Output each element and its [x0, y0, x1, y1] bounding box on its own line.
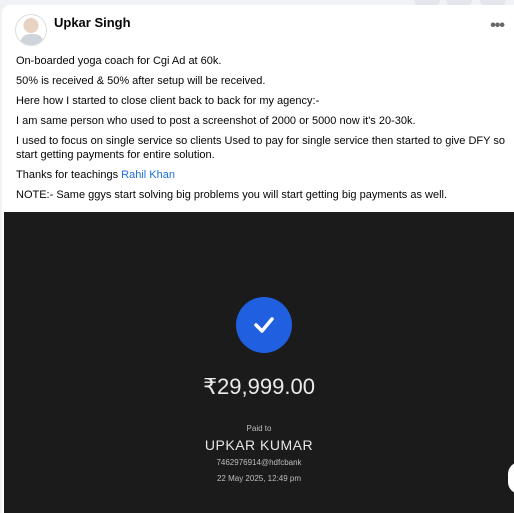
post-note: NOTE:- Same ggys start solving big probl…	[16, 189, 448, 201]
payment-amount: ₹29,999.00	[203, 374, 315, 399]
avatar-figure	[20, 34, 44, 45]
paid-to-label: Paid to	[246, 424, 272, 433]
thanks-text: Thanks for teachings	[16, 169, 122, 181]
post-paragraph: I used to focus on single service so cli…	[16, 135, 505, 161]
avatar[interactable]	[15, 14, 47, 46]
more-dots-icon[interactable]: •••	[490, 17, 505, 35]
post-paragraph: I am same person who used to post a scre…	[16, 115, 416, 127]
author-name[interactable]: Upkar Singh	[54, 15, 131, 30]
post-paragraph: On-boarded yoga coach for Cgi Ad at 60k.	[16, 55, 222, 67]
payment-datetime: 22 May 2025, 12:49 pm	[216, 474, 302, 483]
upi-id: 7462976914@hdfcbank	[216, 458, 302, 467]
mention-link[interactable]: Rahil Khan	[121, 169, 175, 181]
post-body: On-boarded yoga coach for Cgi Ad at 60k.…	[16, 54, 506, 208]
post-paragraph: Here how I started to close client back …	[16, 95, 320, 107]
payment-receipt-image[interactable]: ₹29,999.00 Paid to UPKAR KUMAR 746297691…	[4, 212, 514, 513]
thanks-line: Thanks for teachings Rahil Khan	[16, 168, 506, 182]
payee-name: UPKAR KUMAR	[204, 437, 314, 453]
checkmark-icon	[254, 317, 274, 333]
post-paragraph: 50% is received & 50% after setup will b…	[16, 75, 266, 87]
check-circle-icon	[236, 297, 292, 353]
